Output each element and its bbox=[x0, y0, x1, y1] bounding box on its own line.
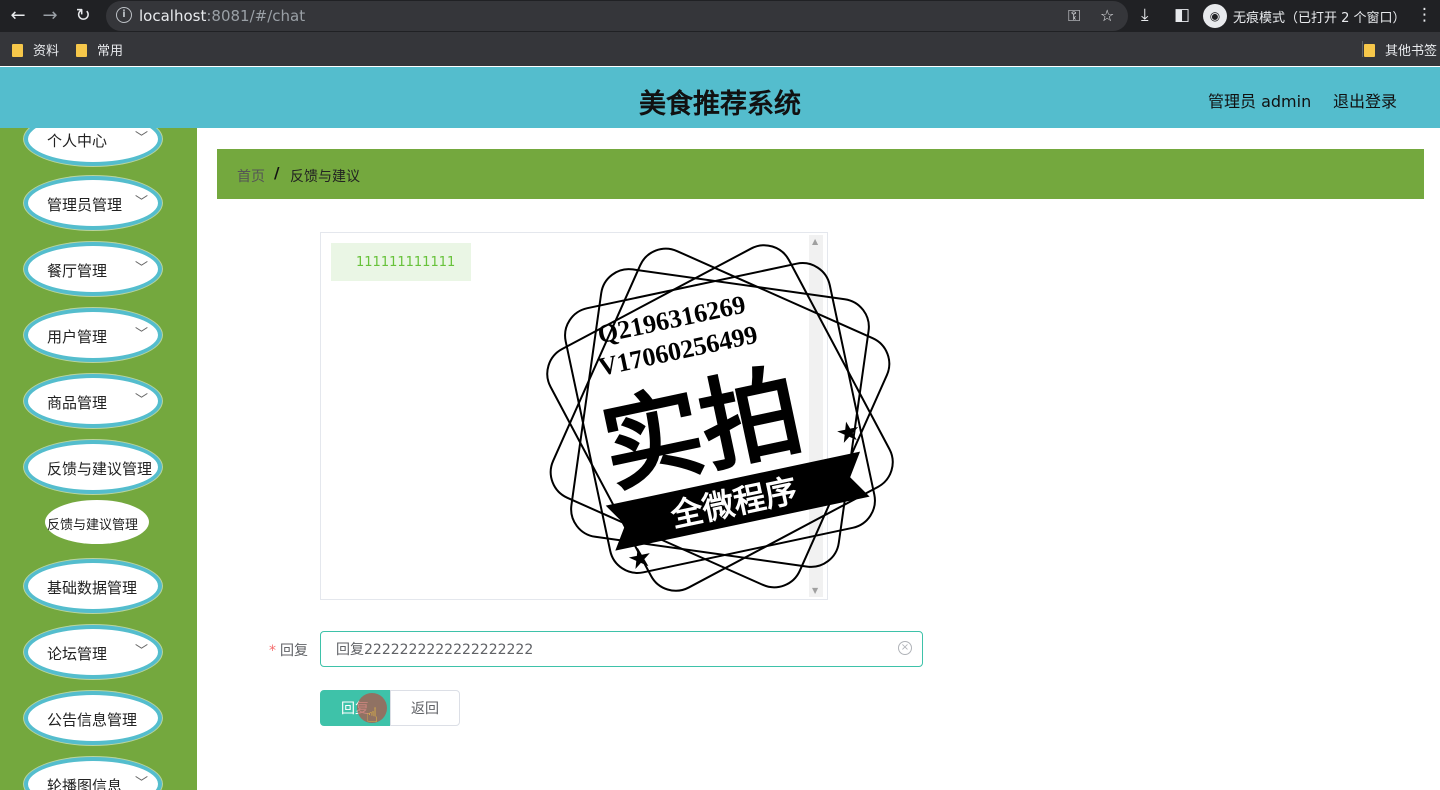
forward-arrow-icon[interactable]: → bbox=[38, 4, 62, 28]
address-bar[interactable]: i localhost:8081/#/chat ⚿ ☆ bbox=[106, 1, 1128, 31]
reload-icon[interactable]: ↻ bbox=[71, 4, 95, 28]
bookmark-folder-changyong[interactable]: 常用 bbox=[76, 40, 123, 59]
site-info-icon[interactable]: i bbox=[116, 7, 132, 23]
browser-toolbar: ← → ↻ i localhost:8081/#/chat ⚿ ☆ ⤓ ◧ ◉ … bbox=[0, 0, 1440, 32]
sidebar-item-carousel[interactable]: 轮播图信息 ﹀ bbox=[24, 757, 162, 790]
folder-icon bbox=[76, 44, 87, 57]
sidebar-item-label: 用户管理 bbox=[47, 328, 108, 346]
chevron-down-icon: ﹀ bbox=[134, 393, 148, 408]
chat-message-text: 111111111111 bbox=[356, 255, 456, 270]
back-button[interactable]: 返回 bbox=[390, 690, 460, 726]
chat-message: 111111111111 bbox=[331, 243, 471, 281]
breadcrumb: 首页 / 反馈与建议 bbox=[217, 149, 1424, 199]
sidebar-item-label: 个人中心 bbox=[47, 132, 108, 150]
star-icon[interactable]: ☆ bbox=[1100, 6, 1114, 25]
sidebar-item-products[interactable]: 商品管理 ﹀ bbox=[24, 374, 162, 428]
incognito-icon[interactable]: ◉ bbox=[1203, 4, 1227, 28]
sidebar-item-profile[interactable]: 个人中心 ﹀ bbox=[24, 128, 162, 166]
chevron-down-icon: ﹀ bbox=[134, 327, 148, 342]
sidebar-item-label: 商品管理 bbox=[47, 394, 108, 412]
chevron-down-icon: ﹀ bbox=[134, 644, 148, 659]
hand-cursor-icon: ☝ bbox=[366, 703, 379, 727]
sidebar-item-forum[interactable]: 论坛管理 ﹀ bbox=[24, 625, 162, 679]
sidebar-item-restaurant[interactable]: 餐厅管理 ﹀ bbox=[24, 242, 162, 296]
chevron-down-icon: ﹀ bbox=[134, 261, 148, 276]
sidebar: 个人中心 ﹀ 管理员管理 ﹀ 餐厅管理 ﹀ 用户管理 ﹀ 商品管理 ﹀ 反馈与建… bbox=[0, 128, 197, 790]
star-icon: ★ bbox=[833, 413, 864, 450]
app-header: 美食推荐系统 管理员 admin 退出登录 bbox=[0, 67, 1440, 128]
side-panel-icon[interactable]: ◧ bbox=[1174, 5, 1190, 25]
reply-label: * 回复 bbox=[269, 643, 308, 659]
sidebar-item-label: 轮播图信息 bbox=[47, 777, 123, 790]
sidebar-item-label: 管理员管理 bbox=[47, 196, 123, 214]
url-text: localhost:8081/#/chat bbox=[139, 7, 306, 25]
more-menu-icon[interactable]: ⋮ bbox=[1416, 5, 1433, 25]
breadcrumb-home[interactable]: 首页 bbox=[237, 166, 265, 186]
chevron-down-icon: ﹀ bbox=[134, 776, 148, 790]
sidebar-item-label: 反馈与建议管理 bbox=[47, 460, 153, 478]
current-user: 管理员 admin bbox=[1208, 92, 1312, 111]
sidebar-item-label: 论坛管理 bbox=[47, 645, 108, 663]
bookmark-divider bbox=[1362, 41, 1363, 57]
key-icon[interactable]: ⚿ bbox=[1068, 6, 1080, 26]
sidebar-item-admin[interactable]: 管理员管理 ﹀ bbox=[24, 176, 162, 230]
sidebar-item-label: 公告信息管理 bbox=[47, 711, 138, 729]
required-mark: * bbox=[269, 643, 276, 659]
download-icon[interactable]: ⤓ bbox=[1141, 5, 1149, 25]
chevron-down-icon: ﹀ bbox=[134, 131, 148, 146]
sidebar-item-label: 基础数据管理 bbox=[47, 579, 138, 597]
folder-icon bbox=[1364, 44, 1375, 57]
chevron-down-icon: ﹀ bbox=[134, 195, 148, 210]
back-arrow-icon[interactable]: ← bbox=[6, 4, 30, 28]
other-bookmarks[interactable]: 其他书签 bbox=[1364, 40, 1437, 59]
bookmarks-bar: 资料 常用 其他书签 bbox=[0, 32, 1440, 66]
sidebar-item-label: 餐厅管理 bbox=[47, 262, 108, 280]
sidebar-item-users[interactable]: 用户管理 ﹀ bbox=[24, 308, 162, 362]
sidebar-item-basic-data[interactable]: 基础数据管理 bbox=[24, 559, 162, 613]
logout-link[interactable]: 退出登录 bbox=[1333, 88, 1397, 112]
breadcrumb-separator: / bbox=[274, 164, 280, 182]
sidebar-subitem-feedback[interactable]: 反馈与建议管理 bbox=[45, 500, 149, 544]
breadcrumb-current: 反馈与建议 bbox=[290, 169, 360, 185]
clear-input-icon[interactable]: × bbox=[898, 641, 912, 655]
bookmark-folder-ziliao[interactable]: 资料 bbox=[12, 40, 59, 59]
sidebar-subitem-label: 反馈与建议管理 bbox=[47, 518, 139, 533]
incognito-label: 无痕模式（已打开 2 个窗口） bbox=[1233, 11, 1406, 26]
sidebar-item-feedback[interactable]: 反馈与建议管理 bbox=[24, 440, 162, 494]
folder-icon bbox=[12, 44, 23, 57]
sidebar-item-notices[interactable]: 公告信息管理 bbox=[24, 691, 162, 745]
watermark-stamp: Q2196316269 V17060256499 实拍 全微程序 ★ ★ bbox=[546, 244, 894, 592]
reply-input[interactable] bbox=[320, 631, 923, 667]
